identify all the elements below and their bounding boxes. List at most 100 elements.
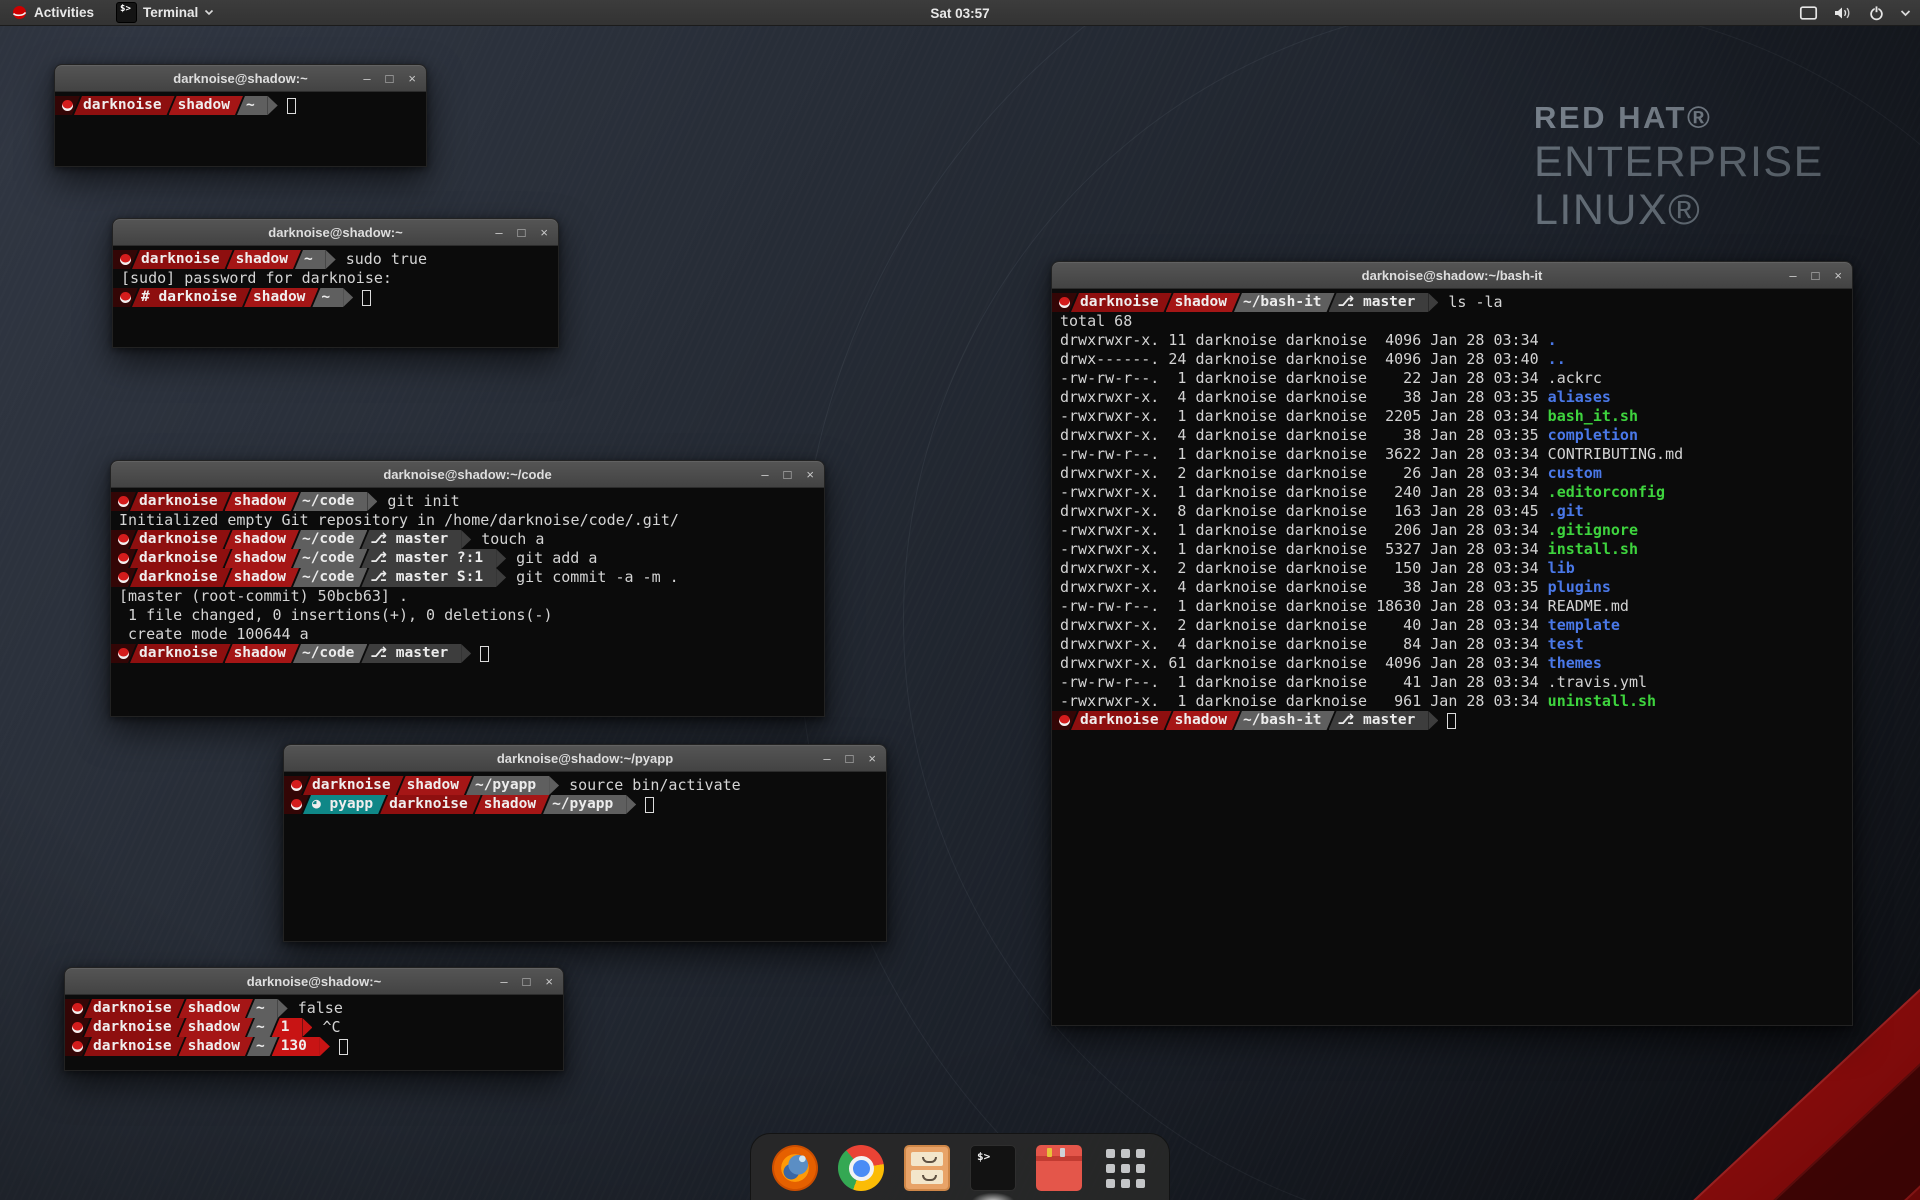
file-name: template <box>1548 616 1620 635</box>
prompt-segment-exit: 130 <box>272 1037 320 1056</box>
file-list-row: -rwxrwxr-x. 1 darknoise darknoise 240 Ja… <box>1052 483 1852 502</box>
redhat-prompt-icon <box>72 1022 83 1033</box>
redhat-prompt-icon <box>72 1003 83 1014</box>
dock-item-firefox[interactable] <box>771 1144 819 1192</box>
window-titlebar[interactable]: darknoise@shadow:~/code – □ × <box>111 461 824 488</box>
prompt-arrow-icon <box>302 1018 312 1037</box>
output-text: [master (root-commit) 50bcb63] . <box>119 587 408 606</box>
maximize-button[interactable]: □ <box>518 226 526 239</box>
output-line: [sudo] password for darknoise: <box>113 269 558 288</box>
file-attributes: drwx------. 24 darknoise darknoise 4096 … <box>1060 350 1548 369</box>
close-button[interactable]: × <box>806 468 814 481</box>
output-text: create mode 100644 a <box>119 625 309 644</box>
app-menu-terminal[interactable]: $> Terminal <box>105 0 225 25</box>
window-titlebar[interactable]: darknoise@shadow:~–□× <box>113 219 558 246</box>
dock-item-files[interactable] <box>903 1144 951 1192</box>
prompt-segment-path: ~/pyapp <box>543 795 626 814</box>
file-attributes: drwxrwxr-x. 4 darknoise darknoise 38 Jan… <box>1060 388 1548 407</box>
terminal-cursor <box>1447 713 1456 729</box>
file-list-row: drwxrwxr-x. 61 darknoise darknoise 4096 … <box>1052 654 1852 673</box>
maximize-button[interactable]: □ <box>1812 269 1820 282</box>
window-title: darknoise@shadow:~/pyapp <box>497 751 673 766</box>
prompt-segment-user: darknoise <box>84 1018 185 1037</box>
clock[interactable]: Sat 03:57 <box>920 0 999 26</box>
terminal-viewport[interactable]: darknoiseshadow~sudo true[sudo] password… <box>113 246 558 347</box>
window-titlebar[interactable]: darknoise@shadow:~–□× <box>65 968 563 995</box>
dock-item-terminal[interactable]: $> <box>969 1144 1017 1192</box>
maximize-button[interactable]: □ <box>386 72 394 85</box>
minimize-button[interactable]: – <box>761 468 768 481</box>
file-attributes: drwxrwxr-x. 4 darknoise darknoise 84 Jan… <box>1060 635 1548 654</box>
prompt-arrow-icon <box>343 288 353 307</box>
redhat-prompt-icon <box>120 254 131 265</box>
file-attributes: -rwxrwxr-x. 1 darknoise darknoise 961 Ja… <box>1060 692 1548 711</box>
file-attributes: -rw-rw-r--. 1 darknoise darknoise 3622 J… <box>1060 445 1548 464</box>
power-icon[interactable] <box>1865 0 1888 26</box>
file-list-row: -rwxrwxr-x. 1 darknoise darknoise 206 Ja… <box>1052 521 1852 540</box>
minimize-button[interactable]: – <box>363 72 370 85</box>
maximize-button[interactable]: □ <box>846 752 854 765</box>
window-title: darknoise@shadow:~/code <box>383 467 551 482</box>
prompt-line: # darknoiseshadow~ <box>113 288 558 307</box>
prompt-segment-host: shadow <box>225 549 299 568</box>
close-button[interactable]: × <box>540 226 548 239</box>
file-name: .ackrc <box>1548 369 1602 388</box>
command-text: touch a <box>471 530 544 549</box>
dock-item-chrome[interactable] <box>837 1144 885 1192</box>
prompt-segment-path: ~/code <box>293 644 367 663</box>
redhat-prompt-icon <box>1059 297 1070 308</box>
prompt-segment-host: shadow <box>227 250 301 269</box>
window-titlebar[interactable]: darknoise@shadow:~/pyapp – □ × <box>284 745 886 772</box>
terminal-viewport[interactable]: darknoiseshadow~/pyappsource bin/activat… <box>284 772 886 941</box>
close-button[interactable]: × <box>408 72 416 85</box>
volume-icon[interactable] <box>1830 0 1856 26</box>
window-titlebar[interactable]: darknoise@shadow:~–□× <box>55 65 426 92</box>
minimize-button[interactable]: – <box>1789 269 1796 282</box>
file-list-row: drwxrwxr-x. 2 darknoise darknoise 150 Ja… <box>1052 559 1852 578</box>
dock-item-apps[interactable] <box>1101 1144 1149 1192</box>
terminal-icon-glyph: $> <box>977 1150 990 1163</box>
display-icon[interactable] <box>1796 0 1821 26</box>
toolbox-icon <box>1036 1145 1082 1191</box>
file-list-row: drwxrwxr-x. 8 darknoise darknoise 163 Ja… <box>1052 502 1852 521</box>
terminal-viewport[interactable]: darknoiseshadow~/bash-it⎇ masterls -lato… <box>1052 289 1852 1025</box>
command-text: git init <box>377 492 459 511</box>
show-applications-icon <box>1102 1145 1148 1191</box>
file-list-row: -rw-rw-r--. 1 darknoise darknoise 3622 J… <box>1052 445 1852 464</box>
command-text: git commit -a -m . <box>506 568 679 587</box>
maximize-button[interactable]: □ <box>784 468 792 481</box>
close-button[interactable]: × <box>545 975 553 988</box>
terminal-viewport[interactable]: darknoiseshadow~falsedarknoiseshadow~1^C… <box>65 995 563 1070</box>
prompt-segment-path: ~/bash-it <box>1234 711 1335 730</box>
terminal-window-pyapp: darknoise@shadow:~/pyapp – □ × darknoiseshad… <box>283 744 887 942</box>
file-name: lib <box>1548 559 1575 578</box>
file-manager-icon <box>904 1145 950 1191</box>
terminal-window-code: darknoise@shadow:~/code – □ × darknoiseshado… <box>110 460 825 717</box>
chevron-down-icon[interactable] <box>1897 0 1914 26</box>
file-list-row: drwxrwxr-x. 11 darknoise darknoise 4096 … <box>1052 331 1852 350</box>
prompt-line: darknoiseshadow~/code⎇ master S:1git com… <box>111 568 824 587</box>
window-buttons: – □ × <box>823 745 876 772</box>
dock-item-toolbox[interactable] <box>1035 1144 1083 1192</box>
chevron-down-icon <box>204 9 214 16</box>
prompt-arrow-icon <box>367 492 377 511</box>
terminal-viewport[interactable]: darknoiseshadow~ <box>55 92 426 166</box>
window-titlebar[interactable]: darknoise@shadow:~/bash-it–□× <box>1052 262 1852 289</box>
close-button[interactable]: × <box>1834 269 1842 282</box>
prompt-line: darknoiseshadow~/code⎇ master ?:1git add… <box>111 549 824 568</box>
file-list-row: -rwxrwxr-x. 1 darknoise darknoise 5327 J… <box>1052 540 1852 559</box>
close-button[interactable]: × <box>868 752 876 765</box>
firefox-icon <box>772 1145 818 1191</box>
prompt-arrow-icon <box>320 1037 330 1056</box>
redhat-prompt-icon <box>62 100 73 111</box>
maximize-button[interactable]: □ <box>523 975 531 988</box>
prompt-arrow-icon <box>326 250 336 269</box>
minimize-button[interactable]: – <box>823 752 830 765</box>
activities-button[interactable]: Activities <box>0 0 105 25</box>
minimize-button[interactable]: – <box>500 975 507 988</box>
file-name: completion <box>1548 426 1638 445</box>
file-list-row: drwx------. 24 darknoise darknoise 4096 … <box>1052 350 1852 369</box>
redhat-prompt-icon <box>118 534 129 545</box>
minimize-button[interactable]: – <box>495 226 502 239</box>
terminal-viewport[interactable]: darknoiseshadow~/codegit initInitialized… <box>111 488 824 716</box>
